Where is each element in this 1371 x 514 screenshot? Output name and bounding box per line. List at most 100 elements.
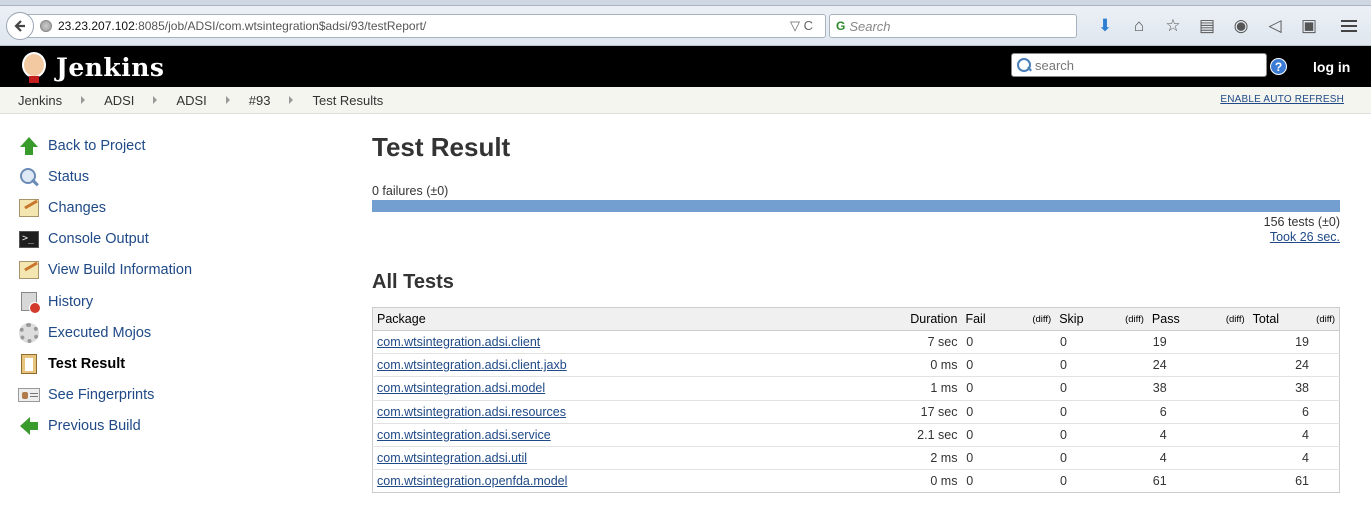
skip-cell: 0 — [1055, 422, 1148, 447]
breadcrumb-build[interactable]: #93 — [249, 93, 271, 108]
jenkins-search-input[interactable] — [1035, 57, 1255, 73]
sidebar-item-changes[interactable]: Changes — [18, 192, 318, 223]
side-panel: Back to Project Status Changes >_ Consol… — [18, 130, 318, 442]
duration-link-text[interactable]: Took 26 sec. — [1270, 230, 1340, 244]
table-header-row: Package Duration Fail (diff) Skip (diff)… — [372, 307, 1340, 331]
reading-list-icon[interactable]: ▤ — [1190, 14, 1224, 38]
column-header-duration[interactable]: Duration — [896, 307, 962, 331]
duration-link[interactable]: Took 26 sec. — [372, 230, 1340, 244]
column-header-package[interactable]: Package — [372, 307, 897, 331]
failures-summary: 0 failures (±0) — [372, 184, 449, 198]
package-cell: com.wtsintegration.openfda.model — [372, 469, 897, 494]
pass-cell: 19 — [1147, 329, 1249, 354]
skip-cell: 0 — [1055, 399, 1148, 424]
browser-search-placeholder: Search — [849, 18, 891, 34]
fail-cell: 0 — [961, 422, 1056, 447]
back-arrow-icon — [14, 20, 25, 32]
jenkins-logo[interactable]: Jenkins — [18, 50, 164, 84]
table-row: com.wtsintegration.adsi.service 2.1 sec 0 0… — [372, 422, 1340, 447]
pass-cell: 24 — [1147, 353, 1249, 377]
pass-cell: 6 — [1147, 399, 1249, 424]
column-header-pass[interactable]: Pass — [1147, 307, 1193, 331]
page-title: Test Result — [372, 132, 511, 162]
browser-back-button[interactable] — [6, 12, 34, 40]
skip-cell: 0 — [1055, 376, 1148, 401]
breadcrumb-adsi[interactable]: ADSI — [104, 93, 134, 108]
site-identity-icon[interactable] — [40, 20, 52, 32]
sidebar-item-see-fingerprints[interactable]: See Fingerprints — [18, 380, 318, 411]
total-cell: 38 — [1248, 376, 1340, 401]
pass-cell: 38 — [1147, 376, 1249, 401]
sidebar-item-label: Status — [48, 168, 90, 185]
bookmark-star-icon[interactable]: ☆ — [1156, 14, 1190, 38]
url-actions[interactable]: ▽ C — [790, 18, 813, 34]
sidebar-item-test-result[interactable]: Test Result — [18, 348, 318, 379]
table-row: com.wtsintegration.adsi.client.jaxb 0 ms 0… — [372, 353, 1340, 377]
breadcrumb-test-results[interactable]: Test Results — [312, 93, 383, 108]
package-link[interactable]: com.wtsintegration.openfda.model — [377, 474, 567, 488]
sidebar-item-back-to-project[interactable]: Back to Project — [18, 130, 318, 161]
sidebar-item-console-output[interactable]: >_ Console Output — [18, 224, 318, 255]
package-cell: com.wtsintegration.adsi.client — [372, 329, 897, 354]
enable-auto-refresh-link[interactable]: ENABLE AUTO REFRESH — [1220, 94, 1344, 105]
send-icon[interactable]: ◁ — [1258, 14, 1292, 38]
table-row: com.wtsintegration.adsi.util 2 ms 0 0 4 4 — [372, 445, 1340, 470]
duration-cell: 0 ms — [896, 469, 962, 494]
fail-cell: 0 — [961, 353, 1056, 377]
column-header-skip-diff[interactable]: (diff) — [1096, 307, 1148, 331]
breadcrumb-separator-icon[interactable] — [225, 96, 230, 104]
sidebar-item-executed-mojos[interactable]: Executed Mojos — [18, 317, 318, 348]
package-link[interactable]: com.wtsintegration.adsi.client.jaxb — [377, 358, 567, 372]
breadcrumb: Jenkins ADSI ADSI #93 Test Results — [0, 87, 1371, 114]
login-link[interactable]: log in — [1313, 59, 1350, 75]
home-icon[interactable]: ⌂ — [1122, 14, 1156, 38]
search-engine-icon[interactable]: G — [836, 19, 845, 33]
package-link[interactable]: com.wtsintegration.adsi.client — [377, 335, 540, 349]
pocket-icon[interactable]: ◉ — [1224, 14, 1258, 38]
table-row: com.wtsintegration.adsi.resources 17 sec 0… — [372, 399, 1340, 424]
breadcrumb-adsi-module[interactable]: ADSI — [176, 93, 206, 108]
jenkins-search-box[interactable] — [1011, 53, 1267, 77]
column-header-pass-diff[interactable]: (diff) — [1192, 307, 1249, 331]
sidebar-item-label: Back to Project — [48, 137, 146, 154]
column-header-skip[interactable]: Skip — [1055, 307, 1097, 331]
breadcrumb-separator-icon[interactable] — [81, 96, 86, 104]
column-header-fail[interactable]: Fail — [961, 307, 1004, 331]
package-cell: com.wtsintegration.adsi.resources — [372, 399, 897, 424]
sidebar-item-history[interactable]: History — [18, 286, 318, 317]
column-header-total[interactable]: Total — [1248, 307, 1289, 331]
sidebar-item-previous-build[interactable]: Previous Build — [18, 411, 318, 442]
sidebar-item-view-build-information[interactable]: View Build Information — [18, 255, 318, 286]
sidebar-item-status[interactable]: Status — [18, 161, 318, 192]
browser-search-field[interactable]: G Search — [829, 14, 1077, 38]
magnifier-icon — [18, 166, 40, 188]
column-header-total-diff[interactable]: (diff) — [1289, 307, 1340, 331]
extension-icon[interactable]: ▣ — [1292, 14, 1326, 38]
package-cell: com.wtsintegration.adsi.model — [372, 376, 897, 401]
fail-cell: 0 — [961, 399, 1056, 424]
terminal-icon: >_ — [18, 228, 40, 250]
column-header-fail-diff[interactable]: (diff) — [1003, 307, 1056, 331]
jenkins-title: Jenkins — [56, 52, 165, 82]
browser-menu-button[interactable] — [1336, 14, 1362, 38]
package-link[interactable]: com.wtsintegration.adsi.model — [377, 381, 545, 395]
sidebar-item-label: History — [48, 293, 94, 310]
test-results-table: Package Duration Fail (diff) Skip (diff)… — [372, 307, 1340, 494]
pass-cell: 4 — [1147, 445, 1249, 470]
duration-cell: 7 sec — [896, 329, 962, 354]
breadcrumb-separator-icon[interactable] — [153, 96, 158, 104]
help-icon[interactable]: ? — [1270, 58, 1287, 75]
package-link[interactable]: com.wtsintegration.adsi.service — [377, 428, 551, 442]
pass-cell: 4 — [1147, 422, 1249, 447]
package-link[interactable]: com.wtsintegration.adsi.util — [377, 451, 527, 465]
package-link[interactable]: com.wtsintegration.adsi.resources — [377, 405, 566, 419]
fail-cell: 0 — [961, 469, 1056, 494]
skip-cell: 0 — [1055, 469, 1148, 494]
sidebar-item-label: Executed Mojos — [48, 324, 152, 341]
total-cell: 6 — [1248, 399, 1340, 424]
breadcrumb-jenkins[interactable]: Jenkins — [18, 93, 62, 108]
url-bar[interactable]: 23.23.207.102:8085/job/ADSI/com.wtsinteg… — [26, 14, 826, 38]
download-icon[interactable]: ⬇ — [1088, 14, 1122, 38]
pass-cell: 61 — [1147, 469, 1249, 494]
breadcrumb-separator-icon[interactable] — [289, 96, 294, 104]
